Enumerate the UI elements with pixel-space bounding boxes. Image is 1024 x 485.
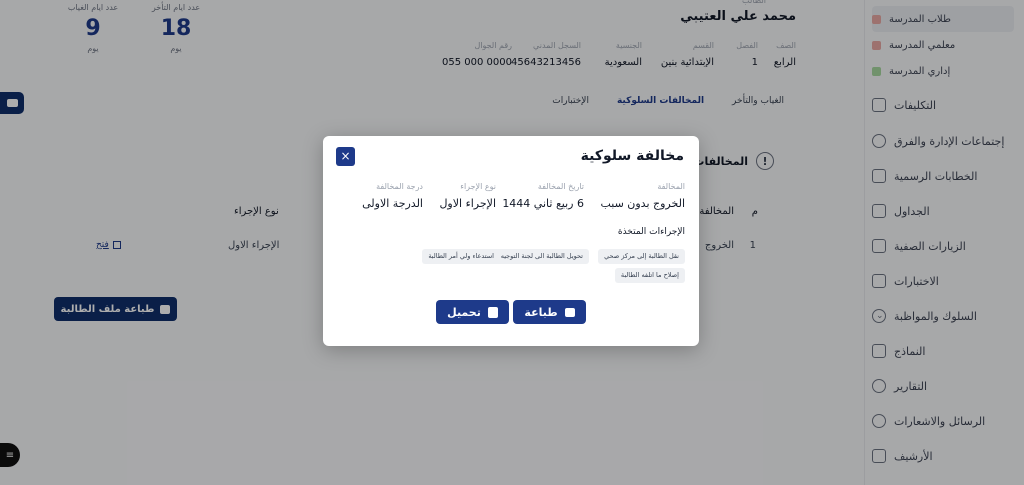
actions-taken-title: الإجراءات المتخذة <box>617 227 685 237</box>
action-chip: تحويل الطالبة الى لجنة التوجيه <box>494 249 589 264</box>
download-button[interactable]: تحميل <box>436 300 509 324</box>
printer-icon <box>564 307 575 317</box>
action-chip: إصلاح ما اتلفه الطالبة <box>614 268 685 283</box>
close-button[interactable]: × <box>336 147 355 166</box>
field-violation: المخالفة الخروج بدون سبب <box>600 182 685 210</box>
print-button[interactable]: طباعة <box>513 300 586 324</box>
download-file-icon <box>487 306 498 318</box>
action-chip: استدعاء ولي أمر الطالبة <box>422 249 500 264</box>
modal-title: مخالفة سلوكية <box>580 148 684 164</box>
behavior-violation-modal: مخالفة سلوكية × المخالفة الخروج بدون سبب… <box>323 136 699 346</box>
field-violation-date: تاريخ المخالفة 6 ربيع ثاني 1444 <box>502 182 584 210</box>
field-violation-degree: درجة المخالفة الدرجة الاولى <box>362 182 423 210</box>
field-action-type: نوع الإجراء الإجراء الاول <box>439 182 496 210</box>
action-chip: نقل الطالبة إلى مركز صحي <box>598 249 685 264</box>
